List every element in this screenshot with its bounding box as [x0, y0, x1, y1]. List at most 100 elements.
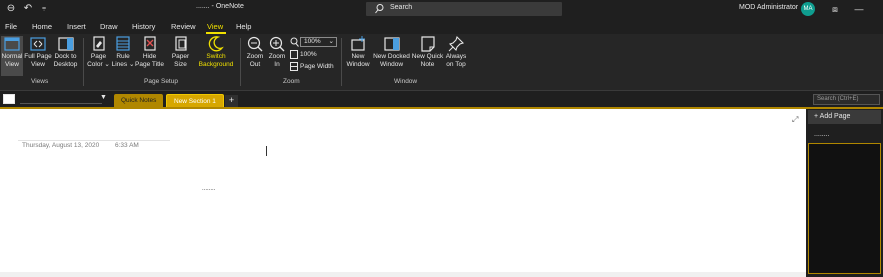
- tab-review[interactable]: Review: [171, 22, 196, 31]
- dock-to-desktop-button[interactable]: Dock to Desktop: [52, 36, 79, 69]
- page-width-icon: [290, 62, 298, 71]
- minimize-icon[interactable]: —: [852, 2, 866, 16]
- page-color-icon: [92, 36, 105, 51]
- dock-icon: [57, 37, 74, 51]
- section-tab-new-section-1[interactable]: New Section 1: [166, 94, 224, 108]
- normal-view-icon: [4, 37, 20, 51]
- hide-page-title-icon: [143, 36, 156, 51]
- window-group-label: Window: [394, 78, 418, 85]
- zoom-percent-field[interactable]: 100% ⌄: [300, 37, 337, 47]
- full-page-view-label-2: View: [31, 61, 45, 68]
- zoom-out-button[interactable]: Zoom Out: [244, 36, 266, 69]
- new-window-icon: [351, 36, 365, 51]
- new-docked-label-2: Window: [379, 61, 404, 68]
- rule-lines-label-1: Rule: [116, 53, 130, 60]
- zoom-in-label-1: Zoom: [268, 53, 286, 60]
- page-color-button[interactable]: Page Color ⌄: [86, 36, 111, 69]
- new-quick-note-button[interactable]: New Quick Note: [411, 36, 444, 69]
- ribbon-separator: [341, 38, 342, 86]
- rule-lines-label-2: Lines ⌄: [111, 61, 135, 68]
- zoom-out-icon: [247, 36, 263, 52]
- add-section-button[interactable]: +: [225, 95, 238, 107]
- hide-page-title-button[interactable]: Hide Page Title: [135, 36, 164, 69]
- note-text-redacted[interactable]: ........: [202, 186, 215, 192]
- hide-title-label-2: Page Title: [135, 61, 164, 68]
- page-list-item[interactable]: ........: [808, 128, 881, 142]
- ribbon-separator: [83, 38, 84, 86]
- section-tab-quick-notes[interactable]: Quick Notes: [114, 94, 164, 108]
- expand-icon[interactable]: ⤢: [792, 115, 801, 124]
- dock-label-2: Desktop: [53, 61, 78, 68]
- search-box[interactable]: Search: [366, 2, 562, 16]
- full-page-view-label-1: Full Page: [24, 53, 52, 60]
- avatar[interactable]: MA: [801, 2, 815, 16]
- always-top-label-1: Always: [445, 53, 467, 60]
- tab-draw[interactable]: Draw: [100, 22, 118, 31]
- switch-bg-label-2: Background: [198, 61, 234, 68]
- title-underline: [18, 140, 170, 141]
- new-window-button[interactable]: New Window: [344, 36, 372, 69]
- full-page-view-button[interactable]: Full Page View: [24, 36, 52, 69]
- hundred-percent-icon: [290, 50, 298, 59]
- zoom-group-label: Zoom: [283, 78, 300, 85]
- tab-insert[interactable]: Insert: [67, 22, 86, 31]
- tab-view[interactable]: View: [207, 22, 223, 31]
- page-color-label-2: Color ⌄: [87, 61, 110, 68]
- views-group-label: Views: [31, 78, 49, 85]
- tab-file[interactable]: File: [5, 22, 17, 31]
- paper-size-label-2: Size: [174, 61, 187, 68]
- paper-size-button[interactable]: Paper Size: [168, 36, 193, 69]
- pin-icon: [448, 36, 465, 52]
- new-docked-window-button[interactable]: New Docked Window: [372, 36, 411, 69]
- zoom-out-label-2: Out: [249, 61, 261, 68]
- tab-home[interactable]: Home: [32, 22, 52, 31]
- new-quick-label-2: Note: [420, 61, 435, 68]
- search-label: Search: [390, 4, 413, 11]
- new-window-label-2: Window: [346, 61, 370, 68]
- search-icon: [375, 4, 384, 14]
- tab-history[interactable]: History: [132, 22, 155, 31]
- new-window-label-1: New: [351, 53, 365, 60]
- tab-help[interactable]: Help: [236, 22, 251, 31]
- zoom-100-button[interactable]: 100%: [300, 51, 317, 58]
- normal-view-label-1: Normal: [1, 53, 23, 60]
- note-time: 6:33 AM: [115, 142, 139, 149]
- page-list: [808, 143, 881, 274]
- note-canvas[interactable]: [0, 109, 806, 277]
- ribbon: Normal View Full Page View Dock to Deskt…: [0, 34, 883, 91]
- new-docked-label-1: New Docked: [373, 53, 410, 60]
- zoom-in-icon: [269, 36, 285, 52]
- paper-size-label-1: Paper: [171, 53, 190, 60]
- page-color-label-1: Page: [90, 53, 107, 60]
- normal-view-button[interactable]: Normal View: [1, 36, 23, 76]
- moon-icon: [208, 36, 224, 52]
- canvas-bottom-strip: [0, 272, 806, 277]
- new-docked-window-icon: [383, 37, 400, 51]
- note-date: Thursday, August 13, 2020: [22, 142, 100, 149]
- page-search-input[interactable]: Search (Ctrl+E): [813, 94, 880, 105]
- notebook-name-redacted[interactable]: [20, 94, 102, 104]
- quick-note-icon: [420, 36, 435, 52]
- rule-lines-button[interactable]: Rule Lines ⌄: [111, 36, 135, 69]
- always-on-top-button[interactable]: Always on Top: [444, 36, 468, 69]
- paper-size-icon: [174, 36, 187, 51]
- hide-title-label-1: Hide: [142, 53, 157, 60]
- notebook-dropdown-icon[interactable]: ▼: [100, 94, 107, 101]
- ribbon-separator: [240, 38, 241, 86]
- new-quick-label-1: New Quick: [411, 53, 444, 60]
- zoom-value: 100%: [304, 38, 321, 45]
- always-top-label-2: on Top: [446, 61, 466, 68]
- switch-background-button[interactable]: Switch Background: [196, 36, 236, 69]
- chevron-down-icon: ⌄: [328, 38, 334, 45]
- switch-bg-label-1: Switch: [206, 53, 226, 60]
- notebook-icon[interactable]: [3, 94, 15, 104]
- page-width-button[interactable]: Page Width: [300, 63, 334, 70]
- normal-view-label-2: View: [5, 61, 19, 68]
- add-page-button[interactable]: + Add Page: [808, 110, 881, 124]
- text-cursor: [266, 146, 267, 156]
- ribbon-display-icon[interactable]: ⧈: [828, 2, 842, 16]
- zoom-in-label-2: In: [274, 61, 280, 68]
- zoom-in-button[interactable]: Zoom In: [267, 36, 287, 69]
- rule-lines-icon: [116, 36, 130, 51]
- user-name[interactable]: MOD Administrator: [739, 4, 798, 11]
